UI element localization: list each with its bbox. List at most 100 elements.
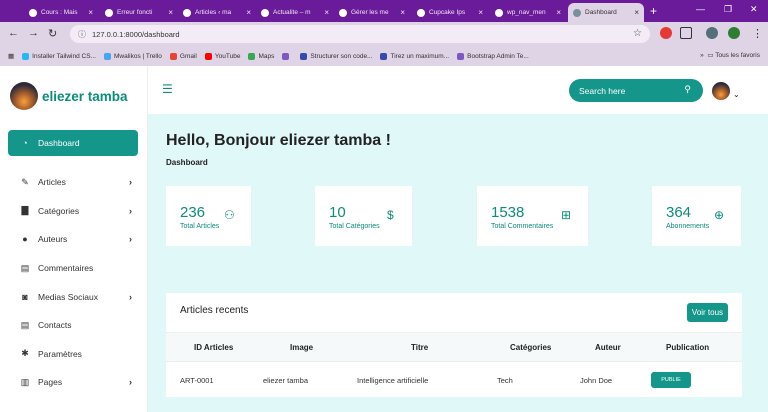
tab-title: Erreur foncti — [117, 9, 153, 16]
close-icon[interactable]: × — [400, 8, 405, 17]
close-icon[interactable]: × — [556, 8, 561, 17]
sidebar-item-dashboard[interactable]: ◔ Dashboard — [8, 130, 138, 156]
bookmark-item[interactable]: Installer Tailwind CS... — [22, 52, 96, 60]
brand[interactable]: eliezer tamba — [10, 82, 128, 110]
sidebar-item-contacts[interactable]: ▤ Contacts — [8, 311, 138, 340]
bookmark-label: Maps — [258, 52, 275, 60]
sidebar-menu: ◔ Dashboard ✎ Articles › ▇ Catégories › … — [8, 130, 138, 397]
bookmark-label: Installer Tailwind CS... — [32, 52, 96, 60]
bookmark-item[interactable]: Gmail — [169, 52, 197, 60]
back-icon[interactable]: ← — [8, 27, 19, 39]
column-header: ID Articles — [194, 343, 234, 352]
stat-card-abonnements[interactable]: 364 Abonnements ⊕ — [652, 186, 741, 246]
browser-tab-active[interactable]: Dashboard × — [568, 3, 644, 22]
close-icon[interactable]: × — [634, 8, 639, 17]
chevron-right-icon: › — [129, 377, 132, 388]
user-icon: ● — [22, 234, 28, 245]
site-info-icon[interactable]: ⓘ — [78, 29, 86, 40]
stat-card-commentaires[interactable]: 1538 Total Commentaires ⊞ — [477, 186, 588, 246]
sidebar-item-commentaires[interactable]: ▤ Commentaires — [8, 254, 138, 283]
app: eliezer tamba ◔ Dashboard ✎ Articles › ▇… — [0, 66, 768, 412]
sidebar-item-articles[interactable]: ✎ Articles › — [8, 168, 138, 197]
browser-tab[interactable]: wp_nav_men × — [490, 3, 566, 22]
globe-icon: ⊕ — [714, 208, 725, 222]
bookmark-favicon — [457, 52, 465, 60]
stat-label: Abonnements — [666, 223, 710, 230]
chevron-right-icon: › — [129, 205, 132, 216]
browser-tab[interactable]: Erreur foncti × — [100, 3, 178, 22]
sidebar-item-categories[interactable]: ▇ Catégories › — [8, 197, 138, 226]
tab-favicon — [261, 8, 269, 17]
dashboard-icon: ◔ — [22, 138, 28, 148]
browser-tab[interactable]: Actualite – m × — [256, 3, 334, 22]
tab-title: Cours : Mais — [41, 9, 78, 16]
forward-icon[interactable]: → — [28, 27, 39, 39]
url-input[interactable]: ⓘ 127.0.0.1:8000/dashboard ☆ — [70, 25, 650, 43]
sidebar-item-parametres[interactable]: ✱ Paramètres — [8, 340, 138, 369]
column-header: Auteur — [595, 343, 621, 352]
bookmark-favicon — [282, 52, 290, 60]
stat-value: 364 — [666, 204, 692, 221]
search-icon[interactable]: ⚲ — [684, 84, 691, 95]
sidebar-item-pages[interactable]: ▥ Pages › — [8, 368, 138, 397]
avatar — [10, 82, 38, 110]
close-icon[interactable]: × — [478, 8, 483, 17]
close-icon[interactable]: × — [324, 8, 329, 17]
sidebar-item-auteurs[interactable]: ● Auteurs › — [8, 225, 138, 254]
cell-category: Tech — [497, 376, 513, 385]
brand-name: eliezer tamba — [42, 88, 128, 104]
bookmark-item[interactable]: Maps — [248, 52, 275, 60]
close-icon[interactable]: × — [246, 8, 251, 17]
bookmark-star-icon[interactable]: ☆ — [633, 28, 642, 39]
column-header: Image — [290, 343, 314, 352]
chevron-right-icon: › — [129, 177, 132, 188]
stat-value: 10 — [329, 204, 346, 221]
close-icon[interactable]: × — [88, 8, 93, 17]
bookmark-item[interactable] — [282, 52, 292, 60]
search-input[interactable]: Search here ⚲ — [569, 79, 703, 102]
recent-articles-panel: Articles recents Voir tous ID Articles I… — [166, 293, 742, 397]
bookmark-item[interactable]: Tirez un maximum... — [380, 52, 449, 60]
extensions-puzzle-icon[interactable] — [680, 27, 692, 39]
minimize-icon[interactable]: — — [696, 4, 705, 14]
view-all-button[interactable]: Voir tous — [687, 303, 728, 322]
stat-card-articles[interactable]: 236 Total Articles ⚇ — [166, 186, 251, 246]
bookmark-item[interactable]: Bootstrap Admin Te... — [457, 52, 529, 60]
maximize-icon[interactable]: ❐ — [724, 4, 732, 15]
apps-icon[interactable]: ▦ — [8, 52, 14, 60]
bookmark-item[interactable]: YouTube — [204, 52, 240, 60]
bookmark-favicon — [204, 52, 212, 60]
tab-title: Articles ‹ ma — [195, 9, 232, 16]
all-bookmarks-folder[interactable]: » ▭ Tous les favoris — [700, 51, 760, 59]
sidebar-item-label: Pages — [38, 377, 63, 388]
browser-menu-icon[interactable]: ⋮ — [752, 27, 763, 40]
sidebar-item-label: Articles — [38, 177, 66, 188]
dollar-icon: $ — [387, 208, 394, 222]
stat-card-categories[interactable]: 10 Total Catégories $ — [315, 186, 412, 246]
bookmark-item[interactable]: Structurer son code... — [300, 52, 372, 60]
sync-icon[interactable] — [706, 27, 718, 39]
bookmark-favicon — [103, 52, 111, 60]
browser-tab[interactable]: Cours : Mais × — [24, 3, 98, 22]
browser-tab[interactable]: Articles ‹ ma × — [178, 3, 256, 22]
sidebar-item-medias-sociaux[interactable]: ◙ Medias Sociaux › — [8, 282, 138, 311]
extension-icon[interactable] — [660, 27, 672, 39]
chevron-right-icon: › — [129, 234, 132, 245]
bookmarks-bar: ▦ Installer Tailwind CS... Mwalikos | Tr… — [0, 46, 768, 66]
url-text: 127.0.0.1:8000/dashboard — [92, 29, 180, 39]
bookmark-item[interactable]: Mwalikos | Trello — [103, 52, 162, 60]
browser-tab[interactable]: Gérer les me × — [334, 3, 410, 22]
close-icon[interactable]: × — [168, 8, 173, 17]
browser-tab-bar: Cours : Mais × Erreur foncti × Articles … — [0, 0, 768, 22]
user-avatar[interactable] — [712, 82, 730, 100]
status-badge[interactable]: PUBLIE — [651, 372, 691, 388]
address-bar: ← → ↻ ⓘ 127.0.0.1:8000/dashboard ☆ ⋮ — [0, 22, 768, 46]
reload-icon[interactable]: ↻ — [48, 27, 57, 40]
browser-tab[interactable]: Cupcake Ips × — [412, 3, 488, 22]
new-tab-icon[interactable]: + — [650, 4, 657, 18]
chevron-down-icon[interactable]: ⌄ — [733, 90, 740, 99]
window-close-icon[interactable]: ✕ — [750, 4, 758, 15]
tab-title: Cupcake Ips — [429, 9, 466, 16]
menu-toggle-icon[interactable]: ☰ — [162, 82, 173, 96]
profile-icon[interactable] — [728, 27, 740, 39]
